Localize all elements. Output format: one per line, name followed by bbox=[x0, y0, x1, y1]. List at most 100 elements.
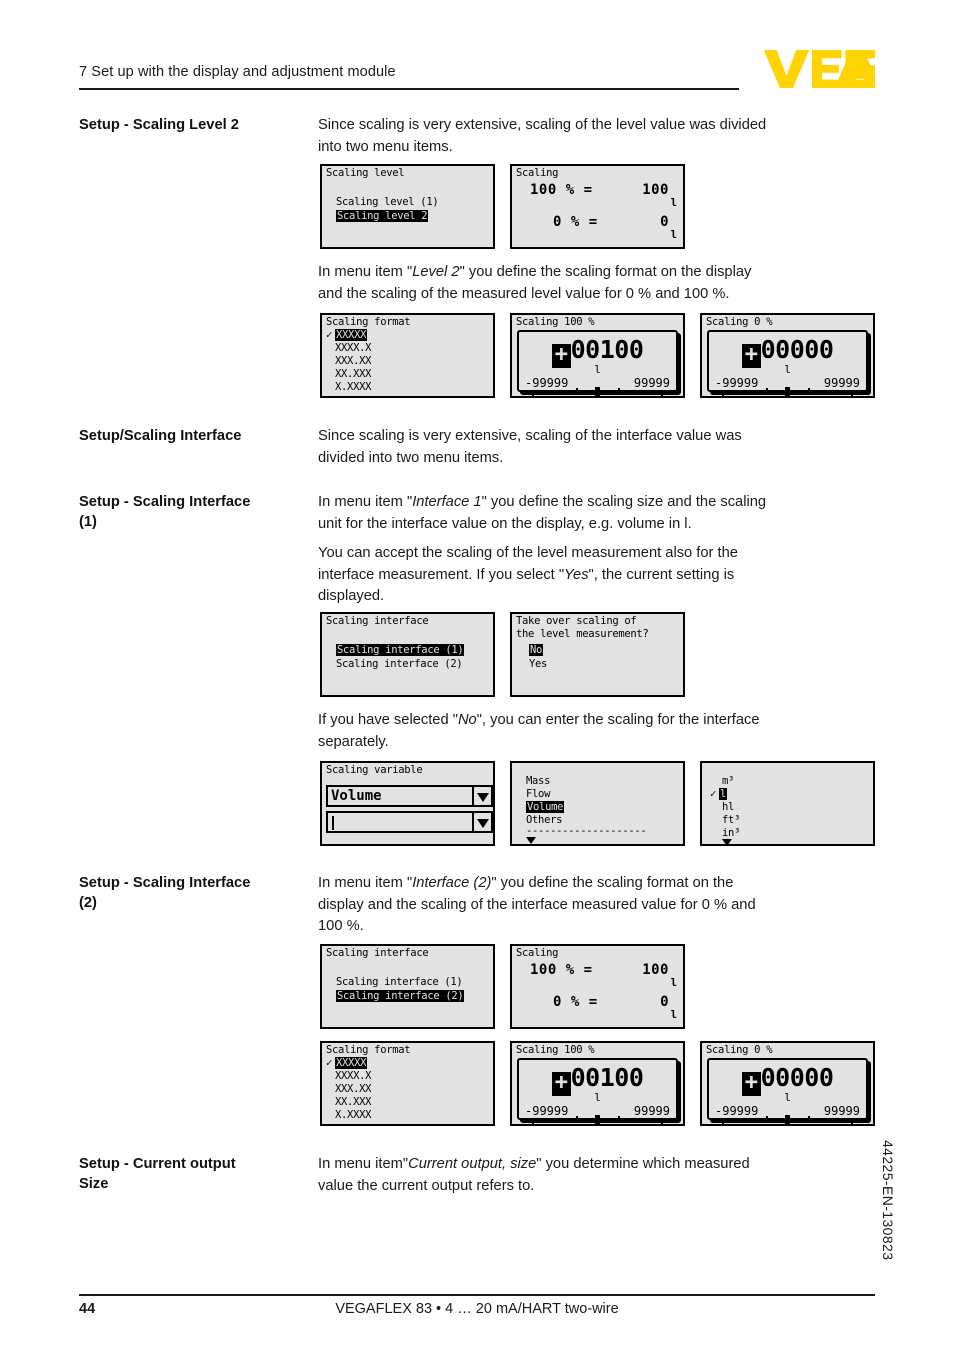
editor-digits[interactable]: 00000 bbox=[761, 1063, 834, 1092]
range-slider[interactable] bbox=[722, 387, 853, 396]
editor-max-label: 99999 bbox=[823, 376, 860, 390]
unit-option-0[interactable]: m³ bbox=[722, 775, 734, 787]
dialog-option-yes[interactable]: Yes bbox=[529, 658, 547, 670]
lcd-scaling-interface-menu[interactable]: Scaling interface Scaling interface (1) … bbox=[320, 612, 495, 697]
selected-highlight: Scaling level 2 bbox=[336, 210, 429, 222]
editor-panel: +00100 l -99999 99999 bbox=[517, 330, 678, 396]
format-option-0[interactable]: ✓ XXXXX bbox=[326, 1057, 368, 1069]
lcd-title: Scaling 0 % bbox=[706, 316, 773, 328]
dropdown-scaling-size[interactable]: Volume bbox=[326, 785, 493, 807]
editor-digits[interactable]: 00100 bbox=[571, 335, 644, 364]
lcd-scaling-interface-menu-2[interactable]: Scaling interface Scaling interface (1) … bbox=[320, 944, 495, 1029]
lcd-scaling-format-interface[interactable]: Scaling format ✓ XXXXX XXXX.X XXX.XX XX.X… bbox=[320, 1041, 495, 1126]
lcd-scaling-100-editor-interface[interactable]: Scaling 100 % +00100 l -99999 99999 bbox=[510, 1041, 685, 1126]
list-separator: -------------------- bbox=[526, 825, 647, 837]
editor-max-label: 99999 bbox=[633, 1104, 670, 1118]
menu-item-scaling-interface-1[interactable]: Scaling interface (1) bbox=[336, 976, 463, 988]
header-divider bbox=[79, 88, 739, 90]
scaling-row-100-unit: l bbox=[670, 977, 677, 989]
scaling-row-0-unit: l bbox=[670, 1009, 677, 1021]
lcd-variable-list[interactable]: Mass Flow Volume Others ----------------… bbox=[510, 761, 685, 846]
format-option-2[interactable]: XXX.XX bbox=[326, 1083, 371, 1095]
variable-option-1[interactable]: Flow bbox=[526, 788, 550, 800]
selected-highlight: l bbox=[719, 788, 728, 800]
selected-highlight: Scaling interface (2) bbox=[336, 990, 465, 1002]
dialog-option-no[interactable]: No bbox=[529, 644, 544, 656]
lcd-scaling-format-level[interactable]: Scaling format ✓ XXXXX XXXX.X XXX.XX XX.X… bbox=[320, 313, 495, 398]
slider-knob[interactable] bbox=[784, 1115, 790, 1124]
paragraph-interface-2-explanation: In menu item "Interface (2)" you define … bbox=[318, 875, 756, 934]
format-option-4[interactable]: X.XXXX bbox=[326, 1109, 371, 1121]
selected-highlight: XXXXX bbox=[335, 1057, 368, 1069]
slider-knob[interactable] bbox=[594, 1115, 600, 1124]
lcd-scaling-0-editor-interface[interactable]: Scaling 0 % +00000 l -99999 99999 bbox=[700, 1041, 875, 1126]
dropdown-scaling-unit[interactable] bbox=[326, 811, 493, 833]
scaling-row-0-label: 0 % = bbox=[553, 994, 598, 1010]
selected-highlight: No bbox=[529, 644, 544, 656]
variable-option-2[interactable]: Volume bbox=[526, 801, 565, 813]
scaling-row-100-value[interactable]: 100 bbox=[642, 962, 669, 978]
page-header: 7 Set up with the display and adjustment… bbox=[79, 50, 875, 104]
unit-option-2[interactable]: hl bbox=[722, 801, 734, 813]
range-slider[interactable] bbox=[532, 1115, 663, 1124]
unit-option-4[interactable]: in³ bbox=[722, 827, 740, 839]
range-slider[interactable] bbox=[722, 1115, 853, 1124]
scaling-row-100-value[interactable]: 100 bbox=[642, 182, 669, 198]
lcd-title: Scaling interface bbox=[326, 615, 429, 627]
menu-item-scaling-interface-2[interactable]: Scaling interface (2) bbox=[336, 658, 463, 670]
unit-option-1[interactable]: ✓ l bbox=[710, 788, 728, 800]
format-option-1[interactable]: XXXX.X bbox=[326, 342, 371, 354]
paragraph-selected-no: If you have selected "No", you can enter… bbox=[318, 712, 760, 750]
slider-knob[interactable] bbox=[784, 387, 790, 396]
scaling-row-0-value[interactable]: 0 bbox=[660, 214, 669, 230]
lcd-title: Scaling interface bbox=[326, 947, 429, 959]
format-option-0[interactable]: ✓ XXXXX bbox=[326, 329, 368, 341]
unit-option-3[interactable]: ft³ bbox=[722, 814, 740, 826]
lcd-unit-list[interactable]: m³ ✓ l hl ft³ in³ bbox=[700, 761, 875, 846]
lcd-scaling-variable[interactable]: Scaling variable Volume bbox=[320, 761, 495, 846]
selected-highlight: Scaling interface (1) bbox=[336, 644, 465, 656]
lcd-scaling-0-editor[interactable]: Scaling 0 % +00000 l -99999 99999 bbox=[700, 313, 875, 398]
scaling-row-100-label: 100 % = bbox=[530, 182, 593, 198]
paragraph-accept-scaling: You can accept the scaling of the level … bbox=[318, 545, 738, 604]
lcd-title: Scaling 100 % bbox=[516, 316, 595, 328]
scroll-down-icon[interactable] bbox=[722, 839, 732, 844]
variable-option-0[interactable]: Mass bbox=[526, 775, 550, 787]
dialog-line-1: Take over scaling of bbox=[516, 615, 637, 627]
lcd-scaling-values[interactable]: Scaling 100 % = 100 l 0 % = 0 l bbox=[510, 164, 685, 249]
chevron-down-icon[interactable] bbox=[472, 813, 491, 831]
editor-panel: +00000 l -99999 99999 bbox=[707, 330, 868, 396]
format-option-3[interactable]: XX.XXX bbox=[326, 1096, 371, 1108]
paragraph-scaling-level-intro: Since scaling is very extensive, scaling… bbox=[318, 117, 767, 155]
editor-max-label: 99999 bbox=[823, 1104, 860, 1118]
menu-item-scaling-interface-2[interactable]: Scaling interface (2) bbox=[336, 990, 465, 1002]
menu-item-scaling-level-1[interactable]: Scaling level (1) bbox=[336, 196, 439, 208]
editor-min-label: -99999 bbox=[525, 376, 569, 390]
lcd-scaling-values-interface[interactable]: Scaling 100 % = 100 l 0 % = 0 l bbox=[510, 944, 685, 1029]
menu-item-scaling-level-2[interactable]: Scaling level 2 bbox=[336, 210, 429, 222]
section-label-scaling-interface-1: Setup - Scaling Interface (1) bbox=[79, 494, 251, 530]
format-option-1[interactable]: XXXX.X bbox=[326, 1070, 371, 1082]
editor-digits[interactable]: 00000 bbox=[761, 335, 834, 364]
lcd-scaling-100-editor[interactable]: Scaling 100 % +00100 l -99999 99999 bbox=[510, 313, 685, 398]
format-option-2[interactable]: XXX.XX bbox=[326, 355, 371, 367]
format-option-3[interactable]: XX.XXX bbox=[326, 368, 371, 380]
menu-item-scaling-interface-1[interactable]: Scaling interface (1) bbox=[336, 644, 465, 656]
text-cursor-icon bbox=[332, 816, 334, 830]
lcd-takeover-dialog[interactable]: Take over scaling of the level measureme… bbox=[510, 612, 685, 697]
slider-knob[interactable] bbox=[594, 387, 600, 396]
editor-digits[interactable]: 00100 bbox=[571, 1063, 644, 1092]
scaling-row-0-label: 0 % = bbox=[553, 214, 598, 230]
paragraph-current-output-explanation: In menu item"Current output, size" you d… bbox=[318, 1156, 750, 1194]
range-slider[interactable] bbox=[532, 387, 663, 396]
footer-document-title: VEGAFLEX 83 • 4 … 20 mA/HART two-wire bbox=[335, 1301, 619, 1317]
dropdown-value: Volume bbox=[331, 788, 382, 804]
scaling-row-0-value[interactable]: 0 bbox=[660, 994, 669, 1010]
editor-panel: +00100 l -99999 99999 bbox=[517, 1058, 678, 1124]
lcd-scaling-level-menu[interactable]: Scaling level Scaling level (1) Scaling … bbox=[320, 164, 495, 249]
lcd-title: Scaling level bbox=[326, 167, 405, 179]
scroll-down-icon[interactable] bbox=[526, 837, 536, 844]
format-option-4[interactable]: X.XXXX bbox=[326, 381, 371, 393]
chevron-down-icon[interactable] bbox=[472, 787, 491, 805]
lcd-title: Scaling 100 % bbox=[516, 1044, 595, 1056]
